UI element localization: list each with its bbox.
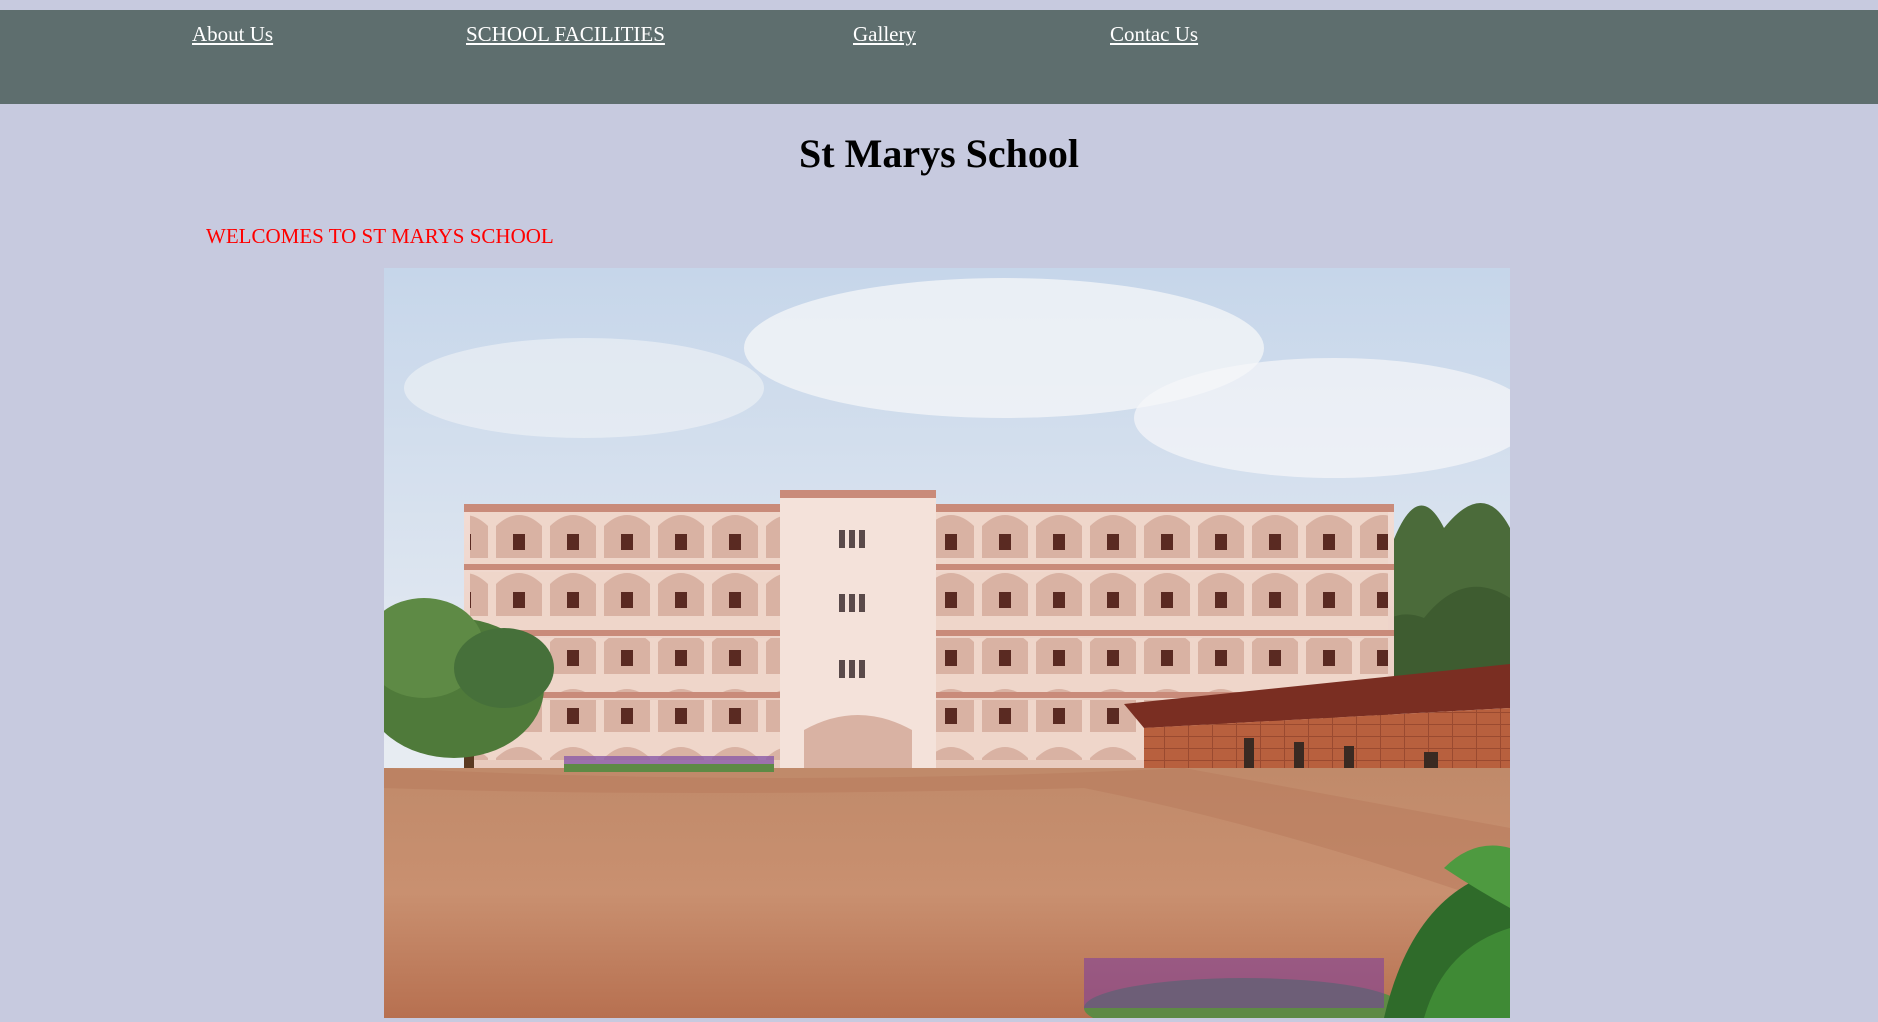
nav-link-gallery[interactable]: Gallery <box>853 22 916 47</box>
nav-link-contact-us[interactable]: Contac Us <box>1110 22 1198 47</box>
top-navigation-bar: About Us SCHOOL FACILITIES Gallery Conta… <box>0 10 1878 104</box>
page-title: St Marys School <box>799 131 1079 176</box>
welcome-message: WELCOMES TO ST MARYS SCHOOL <box>206 224 554 248</box>
school-building-photo <box>384 268 1510 1018</box>
nav-link-about-us[interactable]: About Us <box>192 22 273 47</box>
nav-link-school-facilities[interactable]: SCHOOL FACILITIES <box>466 22 665 47</box>
page: About Us SCHOOL FACILITIES Gallery Conta… <box>0 0 1878 1022</box>
